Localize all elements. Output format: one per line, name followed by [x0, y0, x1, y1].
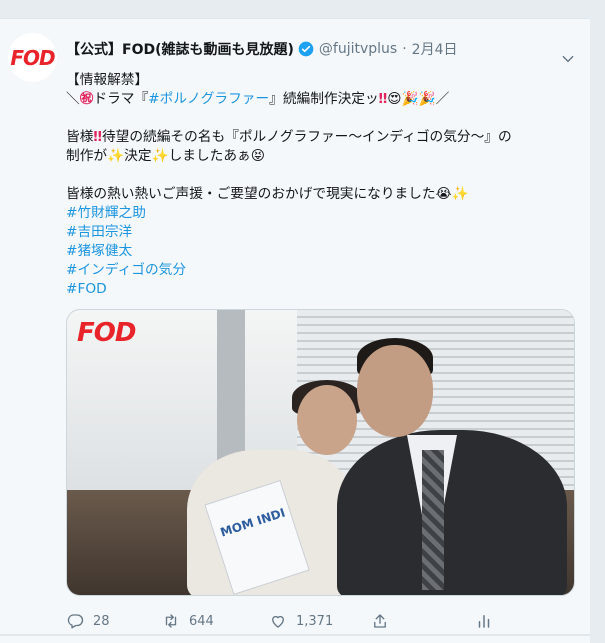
text-line: 【情報解禁】 [66, 71, 576, 90]
double-exclamation-emoji: ‼ [93, 129, 102, 145]
text-segment: 待望の続編その名も『ポルノグラファー〜インディゴの気分〜』の [101, 129, 512, 145]
hashtag-line: #竹財輝之助 [66, 204, 576, 223]
hashtag-link[interactable]: #吉田宗洋 [66, 224, 132, 240]
text-segment: 決定 [124, 148, 152, 164]
text-line: 制作が✨決定✨しましたあぁ😝 [66, 147, 576, 166]
text-segment: 皆様の熱い熱いご声援・ご要望のおかげで現実になりました😭 [66, 186, 452, 202]
hashtag-line: #吉田宗洋 [66, 223, 576, 242]
hashtag-line: #FOD [66, 280, 576, 299]
separator-dot: · [402, 41, 407, 57]
book-cover-text: MOM INDI [218, 505, 287, 540]
analytics-icon [478, 615, 490, 628]
like-icon [272, 615, 284, 628]
text-line: 皆様の熱い熱いご声援・ご要望のおかげで現実になりました😭✨ [66, 185, 576, 204]
photo-person-right-head [357, 345, 433, 437]
analytics-button[interactable] [475, 612, 493, 630]
hashtag-line: #インディゴの気分 [66, 261, 576, 280]
hashtag-link[interactable]: #竹財輝之助 [66, 205, 146, 221]
text-segment: ドラマ『 [93, 91, 149, 107]
avatar-logo: FOD [10, 45, 55, 70]
tweet-card[interactable]: FOD 【公式】FOD(雑誌も動画も見放題) @fujitvplus · 2月4… [0, 18, 590, 635]
hashtag-link[interactable]: #猪塚健太 [66, 243, 132, 259]
scrollbar-track[interactable] [590, 0, 605, 643]
reply-button[interactable]: 28 [66, 612, 110, 630]
tweet-header: 【公式】FOD(雑誌も動画も見放題) @fujitvplus · 2月4日 [66, 39, 457, 59]
retweet-icon [165, 614, 177, 628]
hashtag-line: #猪塚健太 [66, 242, 576, 261]
share-button[interactable] [371, 612, 389, 630]
tweet-media-photo[interactable]: MOM INDI FOD [66, 309, 575, 596]
retweet-count: 644 [189, 613, 214, 629]
double-exclamation-emoji: ‼ [378, 91, 388, 107]
author-name[interactable]: 【公式】FOD(雑誌も動画も見放題) [66, 39, 294, 59]
caret-down-icon[interactable] [561, 51, 575, 65]
sparkle-emoji: ✨ [151, 148, 169, 164]
photo-person-right-tie [422, 450, 444, 590]
hashtag-link[interactable]: #インディゴの気分 [66, 262, 186, 278]
tweet-text: 【情報解禁】 ＼㊗ドラマ『#ポルノグラファー』続編制作決定ッ‼😍🎉🎉／ 皆様‼待… [66, 71, 576, 299]
tweet-actions: 28 644 1,371 [66, 610, 506, 632]
photo-person-left-head [297, 385, 357, 455]
like-button[interactable]: 1,371 [269, 612, 333, 630]
text-segment: ＼ [66, 91, 80, 107]
text-segment: 【情報解禁】 [66, 72, 149, 88]
reply-icon [67, 614, 84, 629]
reply-count: 28 [93, 613, 110, 629]
celebration-emoji: ㊗ [79, 91, 94, 107]
next-tweet-edge [0, 635, 590, 643]
text-segment: しましたあぁ😝 [168, 148, 265, 164]
like-count: 1,371 [296, 613, 334, 629]
verified-badge-icon [298, 41, 314, 57]
author-handle[interactable]: @fujitvplus [319, 41, 397, 57]
sparkle-emoji: ✨ [107, 148, 125, 164]
text-segment: 皆様 [66, 129, 94, 145]
sparkle-emoji: ✨ [451, 186, 469, 202]
avatar[interactable]: FOD [8, 33, 57, 82]
hashtag-link[interactable]: #ポルノグラファー [148, 91, 269, 107]
hashtag-link[interactable]: #FOD [66, 281, 107, 297]
media-watermark-logo: FOD [77, 318, 136, 348]
share-icon [374, 614, 386, 628]
text-line: ＼㊗ドラマ『#ポルノグラファー』続編制作決定ッ‼😍🎉🎉／ [66, 90, 576, 109]
text-segment: 』続編制作決定ッ [269, 91, 379, 107]
timeline-top-gap [0, 0, 590, 18]
tweet-date[interactable]: 2月4日 [412, 39, 458, 59]
text-segment: 制作が [66, 148, 108, 164]
text-segment: 😍🎉🎉／ [387, 91, 450, 107]
retweet-button[interactable]: 644 [162, 612, 214, 630]
text-line: 皆様‼待望の続編その名も『ポルノグラファー〜インディゴの気分〜』の [66, 128, 576, 147]
